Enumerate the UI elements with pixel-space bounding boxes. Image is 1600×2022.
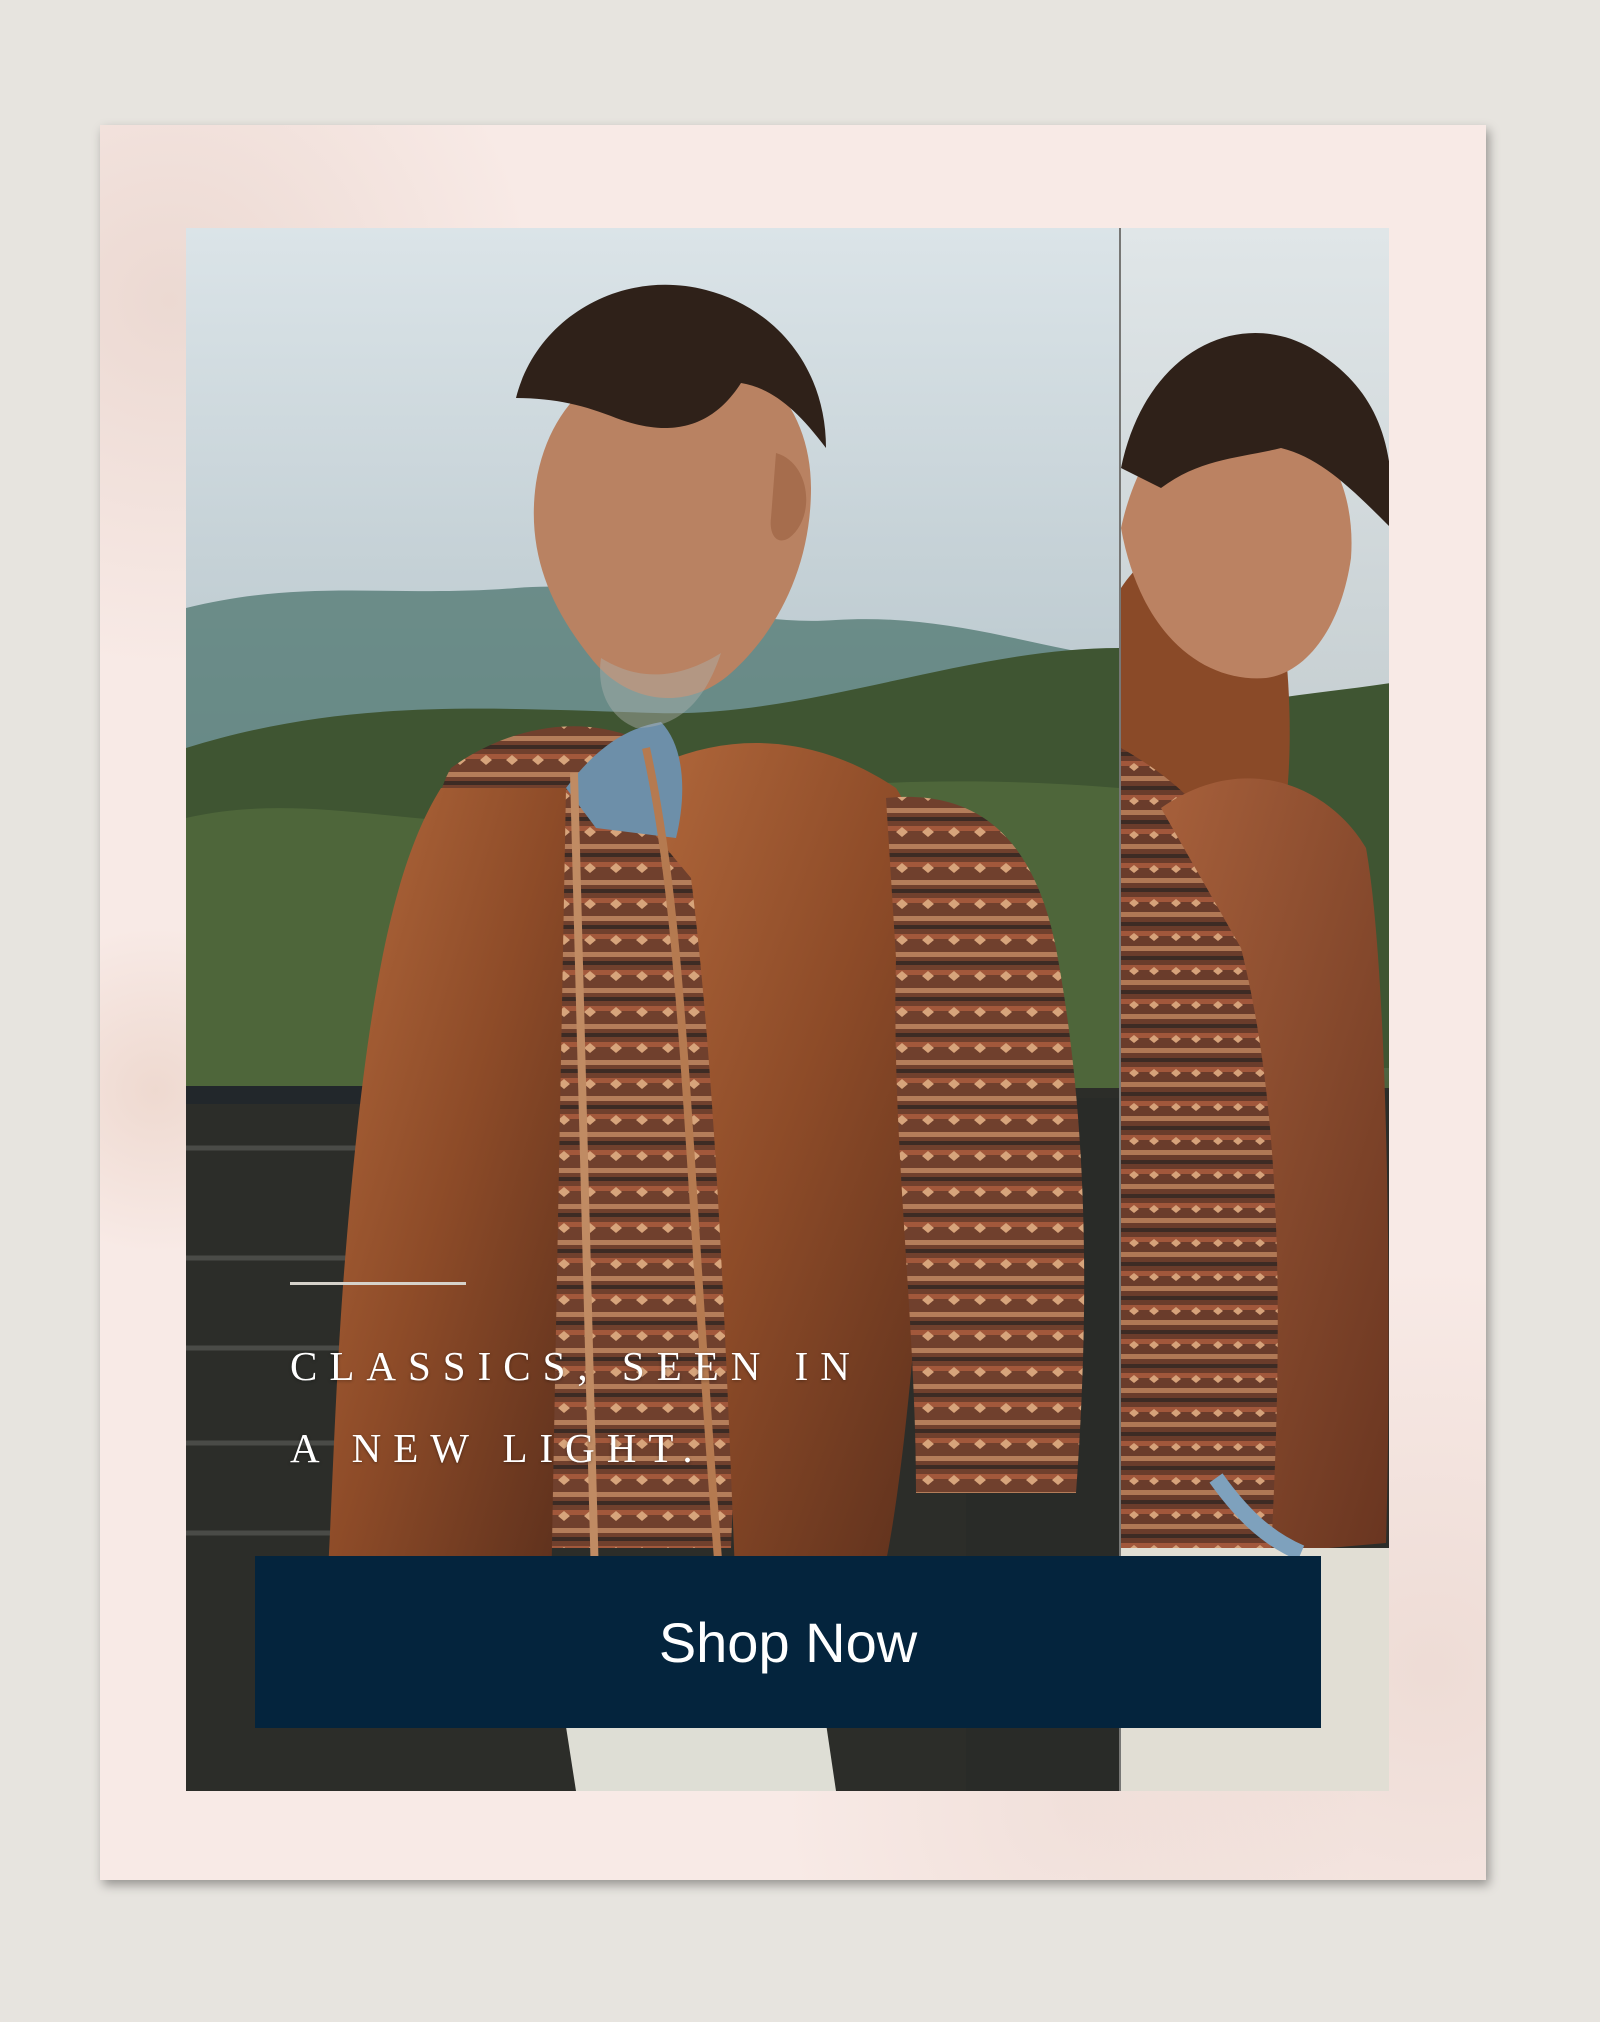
campaign-headline: CLASSICS, SEEN IN A NEW LIGHT. [290, 1325, 1010, 1489]
headline-divider [290, 1282, 466, 1285]
shop-now-button[interactable]: Shop Now [255, 1556, 1321, 1728]
headline-line-2: A NEW LIGHT. [290, 1425, 705, 1471]
headline-line-1: CLASSICS, SEEN IN [290, 1343, 862, 1389]
